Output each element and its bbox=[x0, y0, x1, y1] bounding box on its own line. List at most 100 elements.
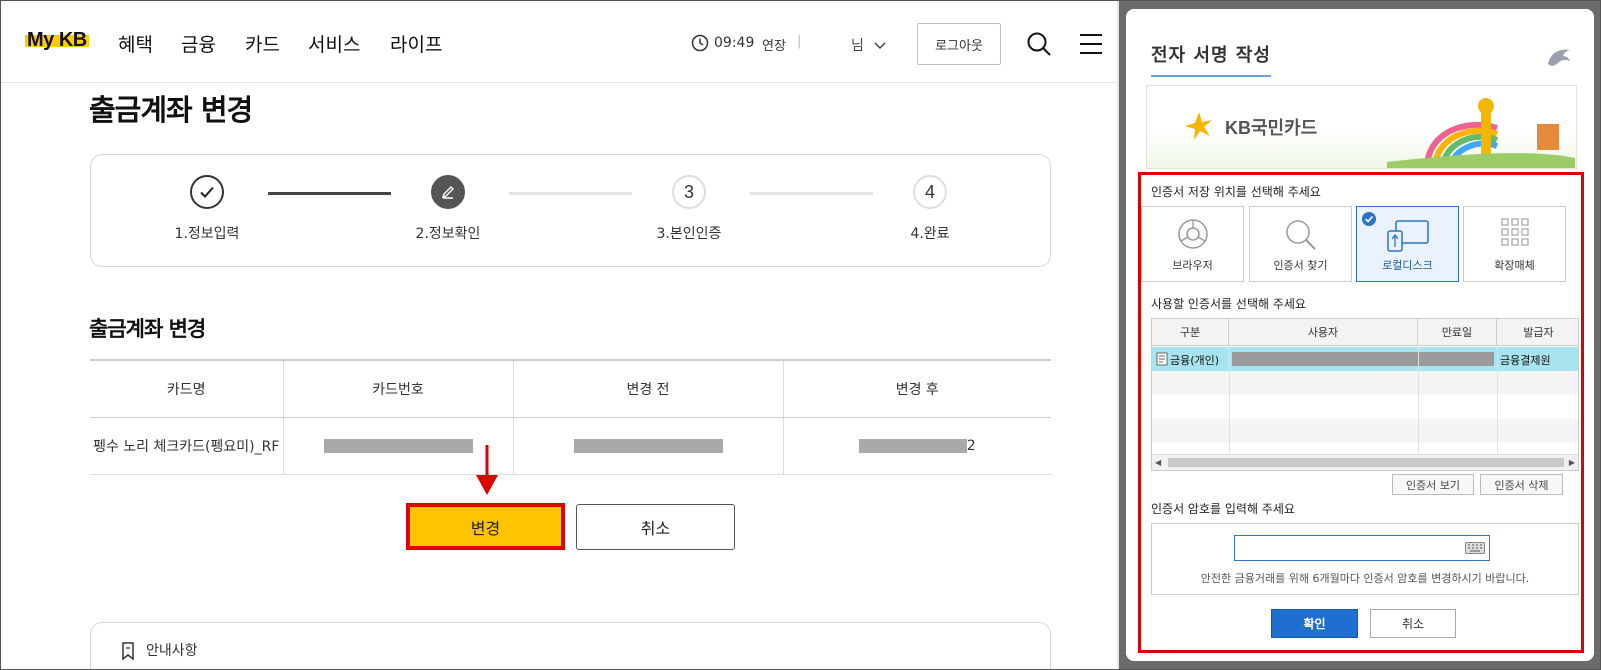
location-external-media[interactable]: 확장매체 bbox=[1463, 206, 1566, 282]
redacted-value bbox=[323, 438, 473, 453]
col-divider bbox=[1418, 347, 1419, 455]
search-icon[interactable] bbox=[1026, 31, 1052, 57]
my-kb-logo[interactable]: My KB bbox=[25, 29, 89, 52]
view-cert-button[interactable]: 인증서 보기 bbox=[1392, 474, 1474, 495]
delete-cert-button[interactable]: 인증서 삭제 bbox=[1480, 474, 1563, 495]
nav-benefits[interactable]: 혜택 bbox=[118, 30, 153, 57]
password-prompt: 인증서 암호를 입력해 주세요 bbox=[1151, 502, 1295, 516]
redacted-user bbox=[1232, 352, 1494, 366]
arrow-down-icon bbox=[476, 445, 498, 495]
highlight-box: 인증서 저장 위치를 선택해 주세요 브라우저 인증서 찾기 로컬디스크 확장매… bbox=[1138, 172, 1584, 653]
notice-box[interactable]: 안내사항 bbox=[90, 622, 1051, 669]
nav-life[interactable]: 라이프 bbox=[390, 30, 442, 57]
screen: My KB 혜택 금융 카드 서비스 라이프 09:49 연장 | 님 로그아웃… bbox=[0, 0, 1601, 670]
dialog-cancel-button[interactable]: 취소 bbox=[1370, 609, 1456, 638]
checkmark-icon bbox=[1362, 212, 1376, 226]
confirm-button[interactable]: 확인 bbox=[1271, 609, 1358, 638]
logout-button[interactable]: 로그아웃 bbox=[917, 23, 1001, 65]
session-timer: 09:49 bbox=[714, 35, 755, 51]
column-header-card-name: 카드명 bbox=[90, 359, 283, 418]
certificate-list: 구분 사용자 만료일 발급자 금융(개인) 금융결제원 ◀ ▶ bbox=[1151, 318, 1579, 471]
top-header: My KB 혜택 금융 카드 서비스 라이프 09:49 연장 | 님 로그아웃 bbox=[1, 1, 1117, 83]
cert-col-type: 구분 bbox=[1152, 319, 1229, 346]
table-row[interactable]: 금융(개인) 금융결제원 bbox=[1152, 347, 1578, 371]
cert-type-value: 금융(개인) bbox=[1170, 354, 1220, 367]
horizontal-scrollbar[interactable]: ◀ ▶ bbox=[1152, 454, 1578, 470]
step-connector bbox=[750, 192, 873, 195]
step-connector bbox=[268, 192, 391, 195]
grid-icon bbox=[1500, 218, 1529, 246]
card-name-cell: 펭수 노리 체크카드(펭요미)_RF bbox=[90, 417, 283, 475]
clock-icon bbox=[691, 34, 709, 52]
step-1-label: 1.정보입력 bbox=[174, 226, 240, 242]
password-input[interactable] bbox=[1234, 535, 1490, 561]
page-title: 출금계좌 변경 bbox=[89, 93, 253, 127]
menu-icon[interactable] bbox=[1078, 32, 1104, 56]
chevron-down-icon bbox=[874, 42, 886, 50]
password-hint: 안전한 금융거래를 위해 6개월마다 인증서 암호를 변경하시기 바랍니다. bbox=[1200, 572, 1530, 585]
nav-finance[interactable]: 금융 bbox=[181, 30, 216, 57]
step-4-number: 4 bbox=[913, 175, 947, 209]
step-2-label: 2.정보확인 bbox=[415, 226, 481, 242]
usb-disk-icon bbox=[1386, 220, 1429, 252]
certificate-icon bbox=[1156, 352, 1168, 366]
location-prompt: 인증서 저장 위치를 선택해 주세요 bbox=[1151, 185, 1321, 199]
section-title: 출금계좌 변경 bbox=[89, 317, 206, 341]
progress-steps: 1.정보입력 2.정보확인 3 3.본인인증 4 4.완료 bbox=[90, 154, 1051, 267]
empty-row bbox=[1152, 419, 1578, 443]
column-header-card-number: 카드번호 bbox=[282, 359, 513, 418]
location-local-disk-label: 로컬디스크 bbox=[1382, 259, 1433, 272]
magnifier-icon bbox=[1285, 220, 1316, 250]
scrollbar-thumb[interactable] bbox=[1168, 458, 1564, 467]
browser-icon bbox=[1177, 219, 1208, 249]
header-separator: | bbox=[797, 34, 802, 49]
location-find-cert-label: 인증서 찾기 bbox=[1273, 259, 1328, 272]
extend-session-link[interactable]: 연장 bbox=[762, 35, 786, 54]
location-browser-label: 브라우저 bbox=[1172, 259, 1213, 272]
step-connector bbox=[509, 192, 632, 195]
dialog-title: 전자 서명 작성 bbox=[1151, 41, 1271, 77]
location-local-disk[interactable]: 로컬디스크 bbox=[1356, 206, 1459, 282]
notice-label: 안내사항 bbox=[146, 643, 198, 659]
dolphin-icon bbox=[1548, 49, 1570, 66]
user-name-suffix: 님 bbox=[851, 38, 864, 54]
scroll-left-icon[interactable]: ◀ bbox=[1155, 458, 1161, 467]
nav-card[interactable]: 카드 bbox=[245, 30, 280, 57]
kb-star-logo-icon bbox=[1185, 112, 1212, 140]
banner-brand-text: KB국민카드 bbox=[1225, 118, 1318, 138]
rainbow-illustration-icon bbox=[1387, 98, 1575, 168]
column-header-after: 변경 후 bbox=[782, 359, 1051, 418]
cert-issuer-value: 금융결제원 bbox=[1500, 354, 1551, 367]
col-divider bbox=[1497, 347, 1498, 455]
step-3-label: 3.본인인증 bbox=[656, 226, 722, 242]
empty-row bbox=[1152, 371, 1578, 395]
table-row: 펭수 노리 체크카드(펭요미)_RF 2 bbox=[90, 417, 1051, 475]
user-menu[interactable]: 님 bbox=[851, 35, 886, 55]
cert-col-user: 사용자 bbox=[1229, 319, 1418, 346]
step-2-pencil-icon bbox=[431, 175, 465, 209]
scroll-right-icon[interactable]: ▶ bbox=[1569, 458, 1575, 467]
account-change-table: 카드명 카드번호 변경 전 변경 후 펭수 노리 체크카드(펭요미)_RF 2 bbox=[90, 359, 1051, 475]
cert-col-expiry: 만료일 bbox=[1418, 319, 1497, 346]
step-1-check-icon bbox=[190, 175, 224, 209]
nav-service[interactable]: 서비스 bbox=[308, 30, 360, 57]
step-3-number: 3 bbox=[672, 175, 706, 209]
after-account-suffix: 2 bbox=[966, 437, 976, 454]
logo-text: My KB bbox=[27, 29, 87, 51]
cancel-button[interactable]: 취소 bbox=[576, 504, 735, 550]
change-button[interactable]: 변경 bbox=[406, 503, 565, 550]
password-area: 안전한 금융거래를 위해 6개월마다 인증서 암호를 변경하시기 바랍니다. bbox=[1151, 523, 1579, 595]
column-header-before: 변경 전 bbox=[512, 359, 783, 418]
before-account-cell bbox=[512, 417, 783, 475]
location-browser[interactable]: 브라우저 bbox=[1141, 206, 1244, 282]
redacted-value bbox=[573, 438, 723, 453]
col-divider bbox=[1229, 347, 1230, 455]
bookmark-icon bbox=[122, 642, 134, 660]
location-find-cert[interactable]: 인증서 찾기 bbox=[1249, 206, 1352, 282]
kb-card-banner: KB국민카드 bbox=[1146, 85, 1577, 169]
cert-prompt: 사용할 인증서를 선택해 주세요 bbox=[1151, 297, 1306, 311]
keyboard-icon[interactable] bbox=[1465, 542, 1485, 554]
step-4-label: 4.완료 bbox=[910, 226, 950, 242]
digital-signature-dialog: 전자 서명 작성 KB국민카드 인증서 저장 위치를 선택해 주세요 브라우저 … bbox=[1126, 9, 1594, 661]
location-external-media-label: 확장매체 bbox=[1494, 259, 1535, 272]
